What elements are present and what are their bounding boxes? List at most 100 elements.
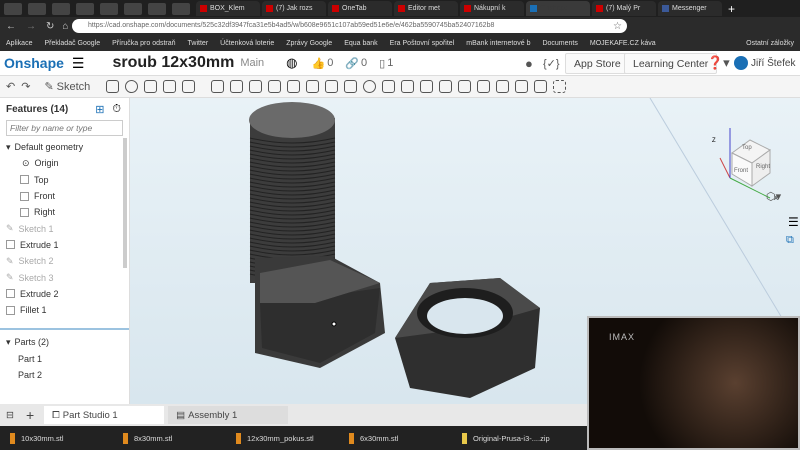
loft-icon[interactable] bbox=[163, 80, 177, 93]
bookmark[interactable]: Equa bank bbox=[344, 40, 377, 47]
bookmark[interactable]: Zprávy Google bbox=[286, 40, 332, 47]
rib-icon[interactable] bbox=[268, 80, 282, 93]
bookmark[interactable]: Twitter bbox=[188, 40, 209, 47]
plane-icon[interactable] bbox=[515, 80, 529, 93]
extrude-icon[interactable] bbox=[106, 80, 120, 93]
viewcube-front[interactable]: Front bbox=[734, 168, 748, 174]
delete-face-icon[interactable] bbox=[458, 80, 472, 93]
feature-extrude-1[interactable]: Extrude 1 bbox=[0, 237, 129, 253]
shell-icon[interactable] bbox=[287, 80, 301, 93]
bookmark-star-icon[interactable]: ☆ bbox=[613, 21, 622, 32]
pinned-tab[interactable] bbox=[28, 2, 46, 15]
download-item[interactable]: 10x30mm.stl bbox=[0, 432, 113, 444]
list-icon[interactable]: ☰ bbox=[788, 215, 799, 229]
fillet-icon[interactable] bbox=[211, 80, 225, 93]
menu-icon[interactable]: ☰ bbox=[72, 55, 85, 72]
bookmark[interactable]: MOJEKAFE.CZ káva bbox=[590, 40, 656, 47]
bookmark[interactable]: mBank internetové b bbox=[466, 40, 530, 47]
modify-fillet-icon[interactable] bbox=[439, 80, 453, 93]
onshape-logo[interactable]: Onshape bbox=[4, 55, 64, 71]
new-tab-button[interactable]: + bbox=[728, 2, 735, 16]
revolve-icon[interactable] bbox=[125, 80, 139, 93]
feature-right-plane[interactable]: Right bbox=[0, 204, 129, 220]
tab-assembly[interactable]: ▤ Assembly 1 bbox=[168, 406, 289, 424]
pinned-tab[interactable] bbox=[124, 2, 142, 15]
download-item[interactable]: 12x30mm_pokus.stl bbox=[226, 432, 339, 444]
split-icon[interactable] bbox=[382, 80, 396, 93]
pinned-tab[interactable] bbox=[172, 2, 190, 15]
bookmark[interactable]: Documents bbox=[542, 40, 577, 47]
feature-extrude-2[interactable]: Extrude 2 bbox=[0, 286, 129, 302]
forward-icon[interactable]: → bbox=[26, 21, 36, 32]
transform-icon[interactable] bbox=[401, 80, 415, 93]
redo-icon[interactable]: ↷ bbox=[21, 80, 30, 93]
back-icon[interactable]: ← bbox=[6, 21, 16, 32]
browser-tab[interactable]: OneTab bbox=[328, 1, 392, 16]
move-face-icon[interactable] bbox=[477, 80, 491, 93]
bookmark[interactable]: Účtenková loterie bbox=[220, 40, 274, 47]
feature-filter-input[interactable] bbox=[6, 120, 123, 136]
help-icon[interactable]: ❓▾ bbox=[707, 55, 730, 71]
app-store-button[interactable]: App Store bbox=[565, 53, 630, 74]
browser-tab[interactable]: Editor met bbox=[394, 1, 458, 16]
feature-sketch-1[interactable]: ✎ Sketch 1 bbox=[0, 220, 129, 236]
pinned-tab[interactable] bbox=[148, 2, 166, 15]
bookmark[interactable]: Ostatní záložky bbox=[746, 40, 794, 47]
add-feature-icon[interactable] bbox=[553, 80, 567, 93]
parts-header[interactable]: ▾ Parts (2) bbox=[0, 334, 129, 350]
pinned-tab[interactable] bbox=[52, 2, 70, 15]
view-options-icon[interactable]: ⬡▾ bbox=[766, 190, 781, 203]
bookmark[interactable]: Era Poštovní spořitel bbox=[390, 40, 455, 47]
home-icon[interactable]: ⌂ bbox=[62, 21, 68, 32]
feature-sketch-2[interactable]: ✎ Sketch 2 bbox=[0, 253, 129, 269]
feature-list-scrollbar[interactable] bbox=[123, 138, 127, 268]
globe-icon[interactable]: ◍ bbox=[286, 55, 297, 71]
browser-tab[interactable]: BOX_Klem bbox=[196, 1, 260, 16]
parts-icon[interactable]: ⧉ bbox=[786, 234, 794, 247]
draft-icon[interactable] bbox=[249, 80, 263, 93]
download-item[interactable]: Original-Prusa-i3-....zip bbox=[452, 432, 565, 444]
tab-part-studio[interactable]: ⧠ Part Studio 1 bbox=[44, 406, 165, 424]
pattern-icon[interactable] bbox=[325, 80, 339, 93]
delete-part-icon[interactable] bbox=[420, 80, 434, 93]
browser-tab[interactable]: Messenger bbox=[658, 1, 722, 16]
browser-tab[interactable]: Nákupní k bbox=[460, 1, 524, 16]
like-icon[interactable]: 👍 bbox=[312, 57, 326, 70]
download-item[interactable]: 8x30mm.stl bbox=[113, 432, 226, 444]
pinned-tab[interactable] bbox=[4, 2, 22, 15]
undo-icon[interactable]: ↶ bbox=[6, 80, 15, 93]
user-menu[interactable]: Jiří Štefek bbox=[751, 58, 795, 69]
variables-icon[interactable]: {✓} bbox=[543, 57, 560, 70]
sweep-icon[interactable] bbox=[144, 80, 158, 93]
bookmark[interactable]: Příručka pro odstraň bbox=[112, 40, 175, 47]
browser-tab-active[interactable]: Onshape bbox=[526, 1, 590, 16]
bookmark[interactable]: Překladač Google bbox=[44, 40, 100, 47]
copies-icon[interactable]: ▯ bbox=[379, 57, 385, 70]
sketch-button[interactable]: ✎ Sketch bbox=[44, 80, 90, 94]
hole-icon[interactable] bbox=[306, 80, 320, 93]
bookmark[interactable]: Aplikace bbox=[6, 40, 32, 47]
add-tab-icon[interactable]: + bbox=[26, 407, 34, 423]
avatar[interactable] bbox=[734, 56, 748, 70]
thicken-icon[interactable] bbox=[182, 80, 196, 93]
feature-sketch-3[interactable]: ✎ Sketch 3 bbox=[0, 269, 129, 285]
tab-manager-icon[interactable]: ⊟ bbox=[6, 410, 14, 421]
feature-fillet-1[interactable]: Fillet 1 bbox=[0, 302, 129, 318]
mirror-icon[interactable] bbox=[344, 80, 358, 93]
learning-center-button[interactable]: Learning Center bbox=[624, 53, 718, 74]
link-icon[interactable]: 🔗 bbox=[345, 57, 359, 70]
viewcube-right[interactable]: Right bbox=[756, 164, 770, 170]
document-title[interactable]: sroub 12x30mm bbox=[112, 54, 234, 72]
mate-connector-icon[interactable] bbox=[534, 80, 548, 93]
feature-default-geometry[interactable]: ▾ Default geometry bbox=[0, 139, 129, 155]
pinned-tab[interactable] bbox=[76, 2, 94, 15]
pinned-tab[interactable] bbox=[100, 2, 118, 15]
rollback-timer-icon[interactable]: ⏱ bbox=[112, 103, 121, 116]
feature-origin[interactable]: ⊙ Origin bbox=[0, 155, 129, 171]
viewcube-top[interactable]: Top bbox=[742, 145, 752, 151]
add-folder-icon[interactable]: ⊞ bbox=[95, 103, 104, 116]
part-item[interactable]: Part 1 bbox=[0, 351, 129, 367]
reload-icon[interactable]: ↻ bbox=[46, 21, 54, 32]
browser-tab[interactable]: (7) Malý Pr bbox=[592, 1, 656, 16]
feature-top-plane[interactable]: Top bbox=[0, 172, 129, 188]
